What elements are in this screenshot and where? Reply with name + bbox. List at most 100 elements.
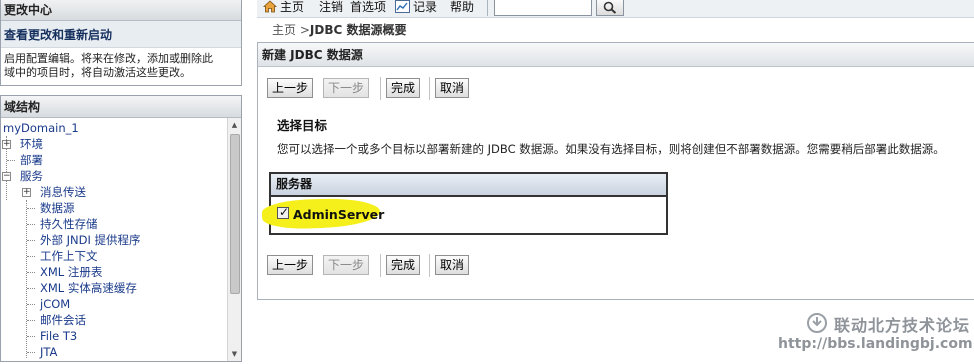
- finish-button[interactable]: 完成: [386, 78, 421, 98]
- domain-tree-container: myDomain_1 + 环境 部署 − 服务 + 消息传送 数据源 持久性存储…: [1, 118, 241, 361]
- finish-button[interactable]: 完成: [386, 255, 421, 275]
- domain-tree: myDomain_1 + 环境 部署 − 服务 + 消息传送 数据源 持久性存储…: [1, 120, 227, 360]
- tree-connector: [27, 320, 35, 321]
- servers-table: 服务器 ✓ AdminServer: [261, 172, 668, 235]
- scrollbar-thumb[interactable]: [230, 134, 240, 294]
- top-toolbar: 主页 注销 首选项 记录 帮助: [257, 0, 974, 18]
- tree-node-environment-label[interactable]: 环境: [20, 136, 43, 152]
- record-icon: [395, 0, 410, 13]
- breadcrumb-current[interactable]: JDBC 数据源概要: [310, 23, 407, 37]
- tree-node-foreign-jndi[interactable]: 外部 JNDI 提供程序: [1, 232, 227, 248]
- checkmark-icon: ✓: [279, 205, 290, 219]
- button-divider: [429, 254, 430, 277]
- back-button[interactable]: 上一步: [267, 78, 314, 98]
- cancel-button[interactable]: 取消: [435, 255, 470, 275]
- button-divider: [429, 77, 430, 100]
- section-title: 选择目标: [277, 118, 328, 133]
- adminserver-checkbox[interactable]: ✓: [277, 205, 290, 219]
- table-row[interactable]: ✓ AdminServer: [261, 196, 666, 233]
- tree-node-data-sources[interactable]: 数据源: [1, 200, 227, 216]
- tree-node-messaging[interactable]: + 消息传送: [1, 184, 227, 200]
- tree-connector: [27, 208, 35, 209]
- search-input[interactable]: [494, 0, 592, 16]
- tree-connector: [27, 224, 35, 225]
- home-link[interactable]: 主页: [263, 0, 304, 16]
- tree-connector: [27, 288, 35, 289]
- breadcrumb: 主页 >JDBC 数据源概要: [272, 23, 406, 37]
- search-icon: [603, 1, 617, 14]
- cancel-button[interactable]: 取消: [435, 78, 470, 98]
- tree-connector: [27, 352, 35, 353]
- tree-node-mail-sessions-label[interactable]: 邮件会话: [40, 312, 86, 328]
- record-label[interactable]: 记录: [413, 0, 437, 14]
- home-label[interactable]: 主页: [280, 0, 304, 14]
- next-button[interactable]: 下一步: [323, 78, 370, 98]
- tree-node-xml-registries-label[interactable]: XML 注册表: [40, 264, 102, 280]
- tree-node-file-t3[interactable]: File T3: [1, 328, 227, 344]
- change-center-description-line-1: 启用配置编辑。将来在修改，添加或删除此: [4, 52, 213, 65]
- watermark-url: http://bbs.landingbj.com: [778, 336, 973, 352]
- tree-node-jta[interactable]: JTA: [1, 344, 227, 360]
- tree-node-jcom[interactable]: jCOM: [1, 296, 227, 312]
- tree-node-foreign-jndi-label[interactable]: 外部 JNDI 提供程序: [40, 232, 141, 248]
- tree-node-xml-entity-caches[interactable]: XML 实体高速缓存: [1, 280, 227, 296]
- back-button[interactable]: 上一步: [267, 255, 314, 275]
- new-jdbc-datasource-panel: 新建 JDBC 数据源 上一步 下一步 完成 取消 选择目标 您可以选择一个或多…: [257, 42, 974, 300]
- domain-structure-panel: 域结构 myDomain_1 + 环境 部署 − 服务 + 消息传送 数据源 持…: [0, 95, 242, 362]
- home-icon: [263, 0, 277, 13]
- tree-node-jta-label[interactable]: JTA: [40, 344, 57, 360]
- change-center-description-line-2: 域中的项目时，将自动激活这些更改。: [4, 66, 191, 79]
- change-center-title: 更改中心: [1, 0, 241, 21]
- tree-node-xml-registries[interactable]: XML 注册表: [1, 264, 227, 280]
- tree-node-messaging-label[interactable]: 消息传送: [40, 184, 86, 200]
- help-link[interactable]: 帮助: [450, 0, 474, 16]
- tree-connector: [7, 160, 15, 161]
- tree-connector: [27, 304, 35, 305]
- search-button[interactable]: [596, 0, 624, 16]
- button-divider: [380, 77, 381, 100]
- tree-node-deployments-label[interactable]: 部署: [20, 152, 43, 168]
- button-divider: [380, 254, 381, 277]
- expand-plus-icon[interactable]: +: [2, 140, 11, 149]
- tree-connector: [27, 256, 35, 257]
- tree-node-work-contexts-label[interactable]: 工作上下文: [40, 248, 98, 264]
- tree-node-mail-sessions[interactable]: 邮件会话: [1, 312, 227, 328]
- record-link[interactable]: 记录: [395, 0, 437, 16]
- tree-node-root-label[interactable]: myDomain_1: [3, 120, 79, 136]
- watermark-text: 联动北方技术论坛: [834, 316, 971, 335]
- expand-plus-icon[interactable]: +: [22, 188, 31, 197]
- page-title: 新建 JDBC 数据源: [258, 43, 974, 67]
- tree-node-jcom-label[interactable]: jCOM: [40, 296, 70, 312]
- collapse-minus-icon[interactable]: −: [2, 172, 11, 181]
- change-center-description: 启用配置编辑。将来在修改，添加或删除此 域中的项目时，将自动激活这些更改。: [1, 48, 241, 84]
- domain-structure-title: 域结构: [1, 96, 241, 118]
- breadcrumb-home[interactable]: 主页: [272, 23, 296, 37]
- tree-node-services-label[interactable]: 服务: [20, 168, 43, 184]
- server-name[interactable]: AdminServer: [293, 207, 384, 222]
- breadcrumb-separator: >: [296, 23, 310, 37]
- preferences-link[interactable]: 首选项: [350, 0, 386, 16]
- toolbar-separator: [487, 0, 488, 16]
- tree-node-services[interactable]: − 服务: [1, 168, 227, 184]
- tree-scrollbar[interactable]: ▲ ▼: [227, 118, 241, 361]
- watermark-logo-icon: [807, 313, 827, 333]
- scroll-up-arrow-icon[interactable]: ▲: [228, 118, 241, 132]
- tree-node-root[interactable]: myDomain_1: [1, 120, 227, 136]
- scroll-down-arrow-icon[interactable]: ▼: [228, 347, 241, 361]
- section-description: 您可以选择一个或多个目标以部署新建的 JDBC 数据源。如果没有选择目标，则将创…: [277, 142, 945, 156]
- tree-node-data-sources-label[interactable]: 数据源: [40, 200, 75, 216]
- tree-node-work-contexts[interactable]: 工作上下文: [1, 248, 227, 264]
- tree-node-persistent-stores[interactable]: 持久性存储: [1, 216, 227, 232]
- view-changes-restart-link[interactable]: 查看更改和重新启动: [1, 21, 241, 48]
- servers-table-header: 服务器: [271, 174, 666, 197]
- tree-node-persistent-stores-label[interactable]: 持久性存储: [40, 216, 98, 232]
- tree-node-file-t3-label[interactable]: File T3: [40, 328, 77, 344]
- tree-node-xml-entity-caches-label[interactable]: XML 实体高速缓存: [40, 280, 137, 296]
- tree-connector: [27, 336, 35, 337]
- tree-connector: [27, 272, 35, 273]
- next-button[interactable]: 下一步: [323, 255, 370, 275]
- tree-connector: [27, 240, 35, 241]
- tree-node-deployments[interactable]: 部署: [1, 152, 227, 168]
- logout-link[interactable]: 注销: [319, 0, 343, 16]
- tree-node-environment[interactable]: + 环境: [1, 136, 227, 152]
